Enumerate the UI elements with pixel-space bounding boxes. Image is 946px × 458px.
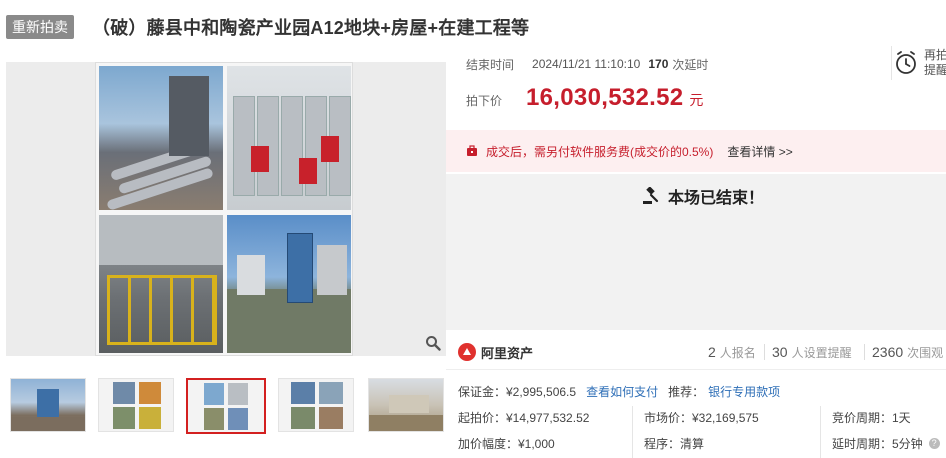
bid-period: 竞价周期：1天 [832,410,911,425]
rebid-reminder-label: 再拍提醒 [924,48,946,77]
help-icon[interactable]: ? [928,437,940,449]
reminder-unit: 人设置提醒 [791,346,852,360]
gavel-icon [642,186,660,205]
rebid-reminder-button[interactable]: 再拍提醒 [891,46,946,80]
view-count: 2360 [872,344,904,360]
end-time-row: 结束时间 2024/11/21 11:10:10 170 次延时 [466,56,708,72]
procedure-type: 程序：清算 [644,436,705,451]
main-photo [95,62,353,356]
column-divider [632,406,633,458]
thumbnail-3-selected[interactable] [186,378,266,434]
final-price-label: 拍下价 [466,94,503,108]
column-divider [820,406,821,458]
delay-period-row: 延时周期：5分钟 ? [832,434,940,452]
auction-ended-text: 本场已结束！ [668,190,765,207]
delay-period: 延时周期：5分钟 [832,436,923,451]
page-title: （破）藤县中和陶瓷产业园A12地块+房屋+在建工程等 [92,18,530,38]
view-details-link[interactable]: 查看详情 >> [727,143,792,160]
main-image-viewer[interactable] [6,62,446,356]
end-time-value: 2024/11/21 11:10:10 [532,57,641,71]
thumbnail-2[interactable] [98,378,174,432]
ali-assets-brand[interactable]: 阿里资产 [458,342,533,362]
participation-stats: 阿里资产 2 人报名 30 人设置提醒 2360 次围观 [446,334,946,370]
bag-icon [466,145,478,157]
deposit-value: 保证金：¥2,995,506.5 [458,384,577,399]
delay-count: 170 [648,57,669,71]
divider [864,344,865,360]
magnifier-icon[interactable] [422,332,444,354]
alarm-clock-icon [894,50,918,76]
market-price: 市场价：¥32,169,575 [644,410,759,425]
brand-name: 阿里资产 [481,345,534,361]
service-fee-text: 成交后，需另付软件服务费(成交价的0.5%) [486,144,714,159]
photo-fenced-area [99,215,223,353]
signup-count: 2 [708,344,716,360]
start-price: 起拍价：¥14,977,532.52 [458,410,590,425]
bank-payment-link[interactable]: 银行专用款项 [708,383,780,400]
reminder-stat: 30 人设置提醒 [772,344,852,360]
view-unit: 次围观 [907,346,944,360]
deposit-row: 保证金：¥2,995,506.5 查看如何支付 推荐： 银行专用款项 [458,382,780,400]
thumbnail-5[interactable] [368,378,444,432]
photo-switchgear [227,66,351,210]
auction-ended-message: 本场已结束！ [642,186,765,207]
thumbnail-1[interactable] [10,378,86,432]
recommend-label: 推荐： [668,384,705,399]
bid-increment: 加价幅度：¥1,000 [458,436,555,451]
view-stat: 2360 次围观 [872,344,943,360]
service-fee-notice: 成交后，需另付软件服务费(成交价的0.5%) 查看详情 >> [446,130,946,172]
how-to-pay-link[interactable]: 查看如何支付 [586,383,658,400]
photo-tower [227,215,351,353]
auction-ended-area: 本场已结束！ [446,174,946,330]
thumbnail-4[interactable] [278,378,354,432]
price-unit: 元 [689,92,704,108]
page-header: 重新拍卖 （破）藤县中和陶瓷产业园A12地块+房屋+在建工程等 [6,14,529,40]
final-price-value: 16,030,532.52 [526,84,684,111]
photo-pipes [99,66,223,210]
signup-stat: 2 人报名 [708,344,756,360]
end-time-label: 结束时间 [466,57,515,72]
signup-unit: 人报名 [719,346,756,360]
ali-assets-logo-icon [458,343,476,361]
divider [764,344,765,360]
relisted-badge: 重新拍卖 [6,15,74,39]
thumbnail-strip [6,378,446,436]
delay-unit: 次延时 [672,57,709,72]
reminder-count: 30 [772,344,788,360]
final-price-row: 拍下价 16,030,532.52 元 [466,84,703,114]
